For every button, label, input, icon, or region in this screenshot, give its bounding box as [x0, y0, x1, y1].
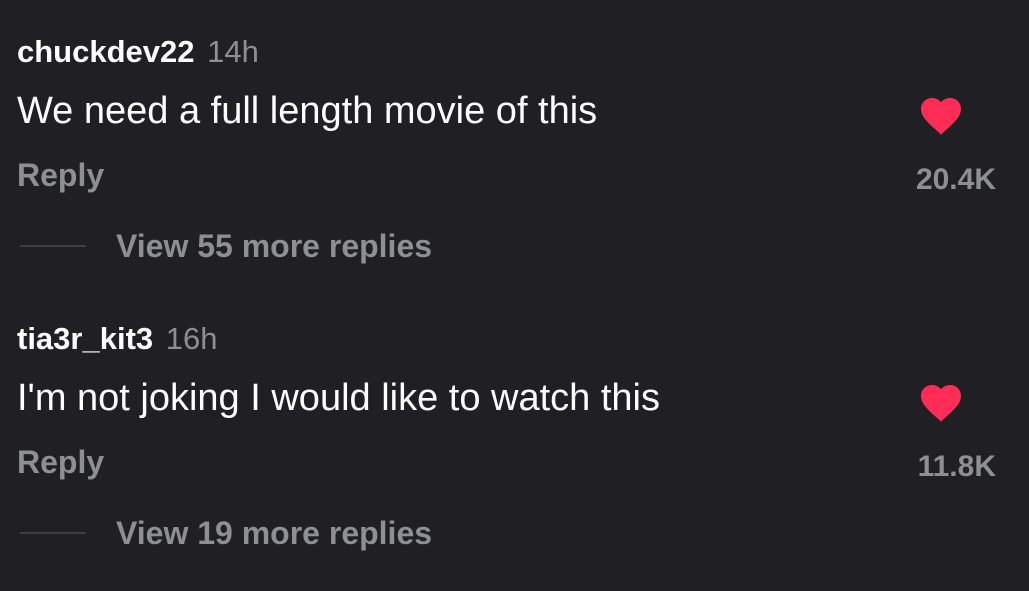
view-more-replies-label: View 19 more replies [116, 515, 433, 551]
comment-text: We need a full length movie of this [17, 90, 598, 132]
heart-icon [921, 385, 961, 422]
comment-item: tia3r_kit3 16h I'm not joking I would li… [0, 287, 1029, 567]
comment-item: chuckdev22 14h We need a full length mov… [0, 0, 1029, 280]
comment-username[interactable]: chuckdev22 [17, 34, 195, 69]
like-count: 11.8K [917, 450, 996, 483]
like-button[interactable] [886, 92, 996, 136]
comment-username[interactable]: tia3r_kit3 [17, 321, 153, 356]
reply-button[interactable]: Reply [17, 154, 104, 196]
thread-divider [20, 532, 86, 534]
comment-timestamp: 14h [207, 34, 259, 69]
comment-timestamp: 16h [165, 321, 218, 356]
comment-meta: tia3r_kit3 16h [17, 319, 218, 359]
comment-meta: chuckdev22 14h [17, 32, 259, 72]
like-count: 20.4K [915, 163, 996, 196]
comment-text: I'm not joking I would like to watch thi… [17, 377, 660, 419]
thread-divider [20, 245, 86, 247]
like-button[interactable] [886, 379, 996, 423]
reply-button[interactable]: Reply [17, 441, 104, 483]
view-more-replies-button[interactable]: View 19 more replies [20, 512, 432, 554]
view-more-replies-label: View 55 more replies [116, 228, 433, 264]
heart-icon [921, 98, 961, 135]
view-more-replies-button[interactable]: View 55 more replies [20, 225, 432, 267]
